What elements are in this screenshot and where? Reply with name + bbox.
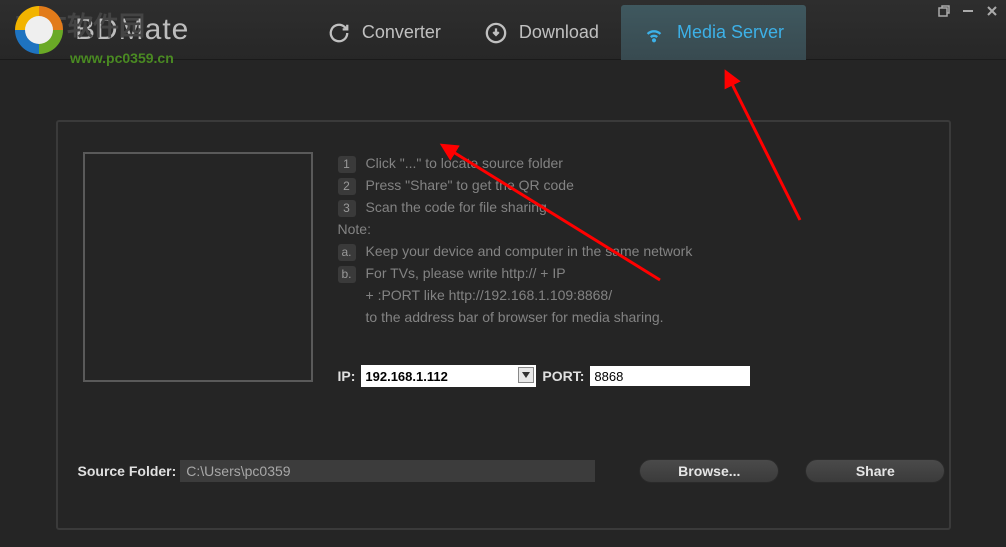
media-server-panel: 1 Click "..." to locate source folder 2 Pr… bbox=[56, 120, 951, 530]
note-a-text: Keep your device and computer in the sam… bbox=[366, 243, 693, 259]
tab-converter[interactable]: Converter bbox=[306, 5, 463, 60]
step3-text: Scan the code for file sharing bbox=[366, 199, 547, 215]
ip-value: 192.168.1.112 bbox=[365, 369, 447, 384]
share-button[interactable]: Share bbox=[805, 459, 945, 483]
ip-port-row: IP: 192.168.1.112 PORT: bbox=[338, 365, 751, 387]
port-label: PORT: bbox=[542, 368, 584, 384]
app-title: BDMate bbox=[75, 13, 189, 47]
tab-bar: Converter Download Media Server bbox=[306, 0, 1006, 59]
titlebar: 对方软件园 BDMate www.pc0359.cn Converter Dow… bbox=[0, 0, 1006, 60]
popout-button[interactable] bbox=[938, 4, 950, 20]
note-b2-text: + :PORT like http://192.168.1.109:8868/ bbox=[338, 284, 693, 306]
qr-code-box bbox=[83, 152, 313, 382]
note-b3-text: to the address bar of browser for media … bbox=[338, 306, 693, 328]
refresh-icon bbox=[328, 22, 350, 44]
close-button[interactable] bbox=[986, 4, 998, 20]
window-controls bbox=[938, 4, 998, 20]
instructions: 1 Click "..." to locate source folder 2 Pr… bbox=[338, 152, 693, 328]
source-label: Source Folder: bbox=[78, 463, 177, 479]
note-b-badge: b. bbox=[338, 266, 356, 283]
tab-download[interactable]: Download bbox=[463, 5, 621, 60]
note-b1-text: For TVs, please write http:// + IP bbox=[366, 265, 566, 281]
chevron-down-icon bbox=[518, 367, 534, 383]
source-row: Source Folder: Browse... Share bbox=[78, 459, 946, 483]
tab-media-server[interactable]: Media Server bbox=[621, 5, 806, 60]
step2-badge: 2 bbox=[338, 178, 356, 195]
step3-badge: 3 bbox=[338, 200, 356, 217]
logo-area: 对方软件园 BDMate www.pc0359.cn bbox=[0, 6, 300, 54]
download-icon bbox=[485, 22, 507, 44]
source-folder-input[interactable] bbox=[180, 460, 595, 482]
step2-text: Press "Share" to get the QR code bbox=[366, 177, 574, 193]
ip-select[interactable]: 192.168.1.112 bbox=[361, 365, 536, 387]
note-a-badge: a. bbox=[338, 244, 356, 261]
app-logo-icon bbox=[15, 6, 63, 54]
browse-button[interactable]: Browse... bbox=[639, 459, 779, 483]
minimize-button[interactable] bbox=[962, 4, 974, 20]
tab-media-server-label: Media Server bbox=[677, 22, 784, 43]
step1-badge: 1 bbox=[338, 156, 356, 173]
ip-label: IP: bbox=[338, 368, 356, 384]
content-area: 1 Click "..." to locate source folder 2 Pr… bbox=[0, 60, 1006, 547]
tab-download-label: Download bbox=[519, 22, 599, 43]
note-label: Note: bbox=[338, 218, 693, 240]
port-input[interactable] bbox=[590, 366, 750, 386]
wifi-icon bbox=[643, 22, 665, 44]
step1-text: Click "..." to locate source folder bbox=[366, 155, 563, 171]
tab-converter-label: Converter bbox=[362, 22, 441, 43]
